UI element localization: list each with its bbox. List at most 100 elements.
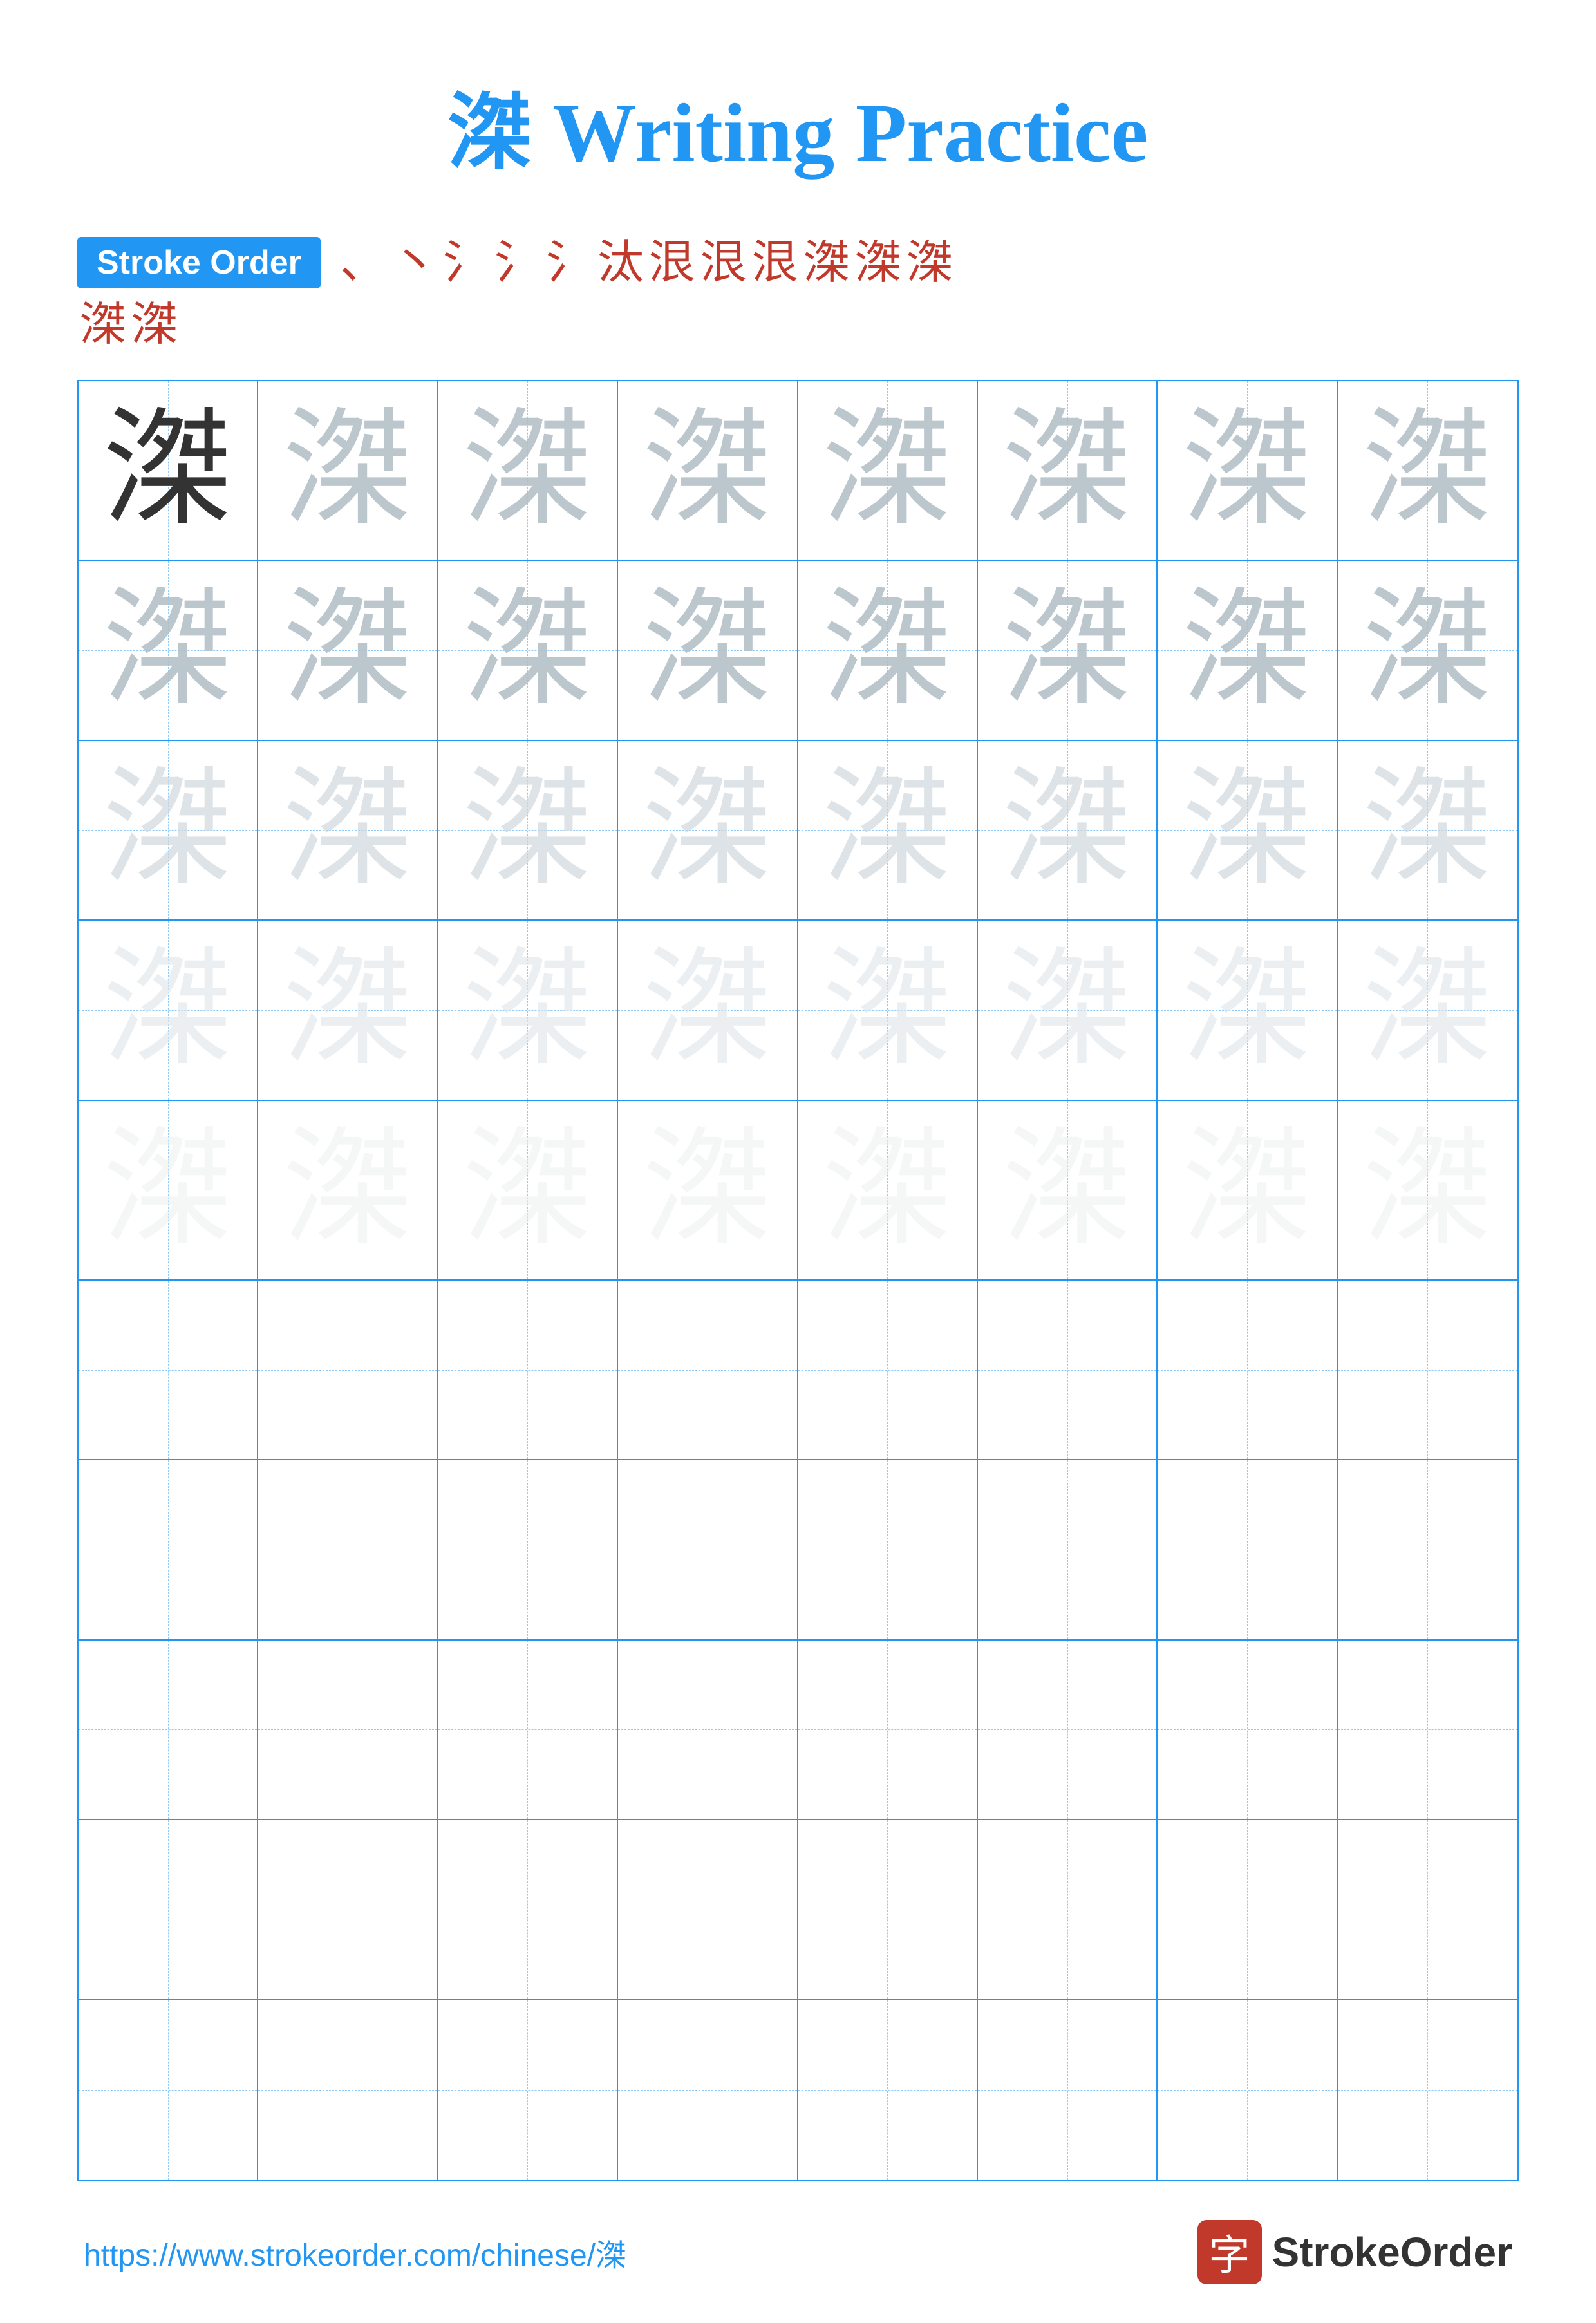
stroke-char: 、 xyxy=(340,240,386,286)
stroke-char: 氵 xyxy=(494,240,541,286)
grid-row: 滐滐滐滐滐滐滐滐 xyxy=(79,561,1517,740)
grid-cell: 滐 xyxy=(79,921,258,1100)
grid-row: 滐滐滐滐滐滐滐滐 xyxy=(79,381,1517,561)
grid-cell: 滐 xyxy=(1338,921,1517,1100)
practice-char: 滐 xyxy=(643,946,772,1075)
grid-row xyxy=(79,1820,1517,2000)
grid-cell: 滐 xyxy=(79,1101,258,1281)
stroke-char: 氵 xyxy=(443,240,489,286)
grid-cell: 滐 xyxy=(978,381,1158,561)
grid-cell: 滐 xyxy=(258,381,438,561)
practice-char: 滐 xyxy=(104,406,232,535)
grid-cell: 滐 xyxy=(1338,1101,1517,1281)
grid-cell xyxy=(978,1281,1158,1460)
grid-cell xyxy=(618,2000,798,2179)
grid-cell: 滐 xyxy=(1158,381,1337,561)
practice-char: 滐 xyxy=(823,586,952,715)
stroke-char: 滐 xyxy=(906,240,953,286)
stroke-char: 泿 xyxy=(649,240,695,286)
grid-cell: 滐 xyxy=(258,921,438,1100)
grid-cell xyxy=(438,1281,618,1460)
grid-row xyxy=(79,2000,1517,2179)
grid-cell: 滐 xyxy=(79,381,258,561)
grid-cell: 滐 xyxy=(1158,1101,1337,1281)
practice-char: 滐 xyxy=(643,586,772,715)
practice-char: 滐 xyxy=(823,946,952,1075)
grid-cell xyxy=(438,1460,618,1640)
grid-cell xyxy=(438,2000,618,2179)
grid-cell xyxy=(258,1641,438,1820)
practice-char: 滐 xyxy=(104,946,232,1075)
practice-char: 滐 xyxy=(1363,586,1492,715)
grid-cell xyxy=(79,1820,258,2000)
grid-cell xyxy=(978,1641,1158,1820)
practice-char: 滐 xyxy=(463,946,592,1075)
practice-char: 滐 xyxy=(1363,406,1492,535)
grid-cell xyxy=(258,1281,438,1460)
logo-text: StrokeOrder xyxy=(1272,2228,1512,2276)
stroke-char: 滐 xyxy=(855,240,901,286)
grid-cell xyxy=(258,1460,438,1640)
practice-char: 滐 xyxy=(1003,946,1132,1075)
grid-row: 滐滐滐滐滐滐滐滐 xyxy=(79,921,1517,1100)
practice-char: 滐 xyxy=(283,406,412,535)
practice-char: 滐 xyxy=(1363,766,1492,894)
grid-cell: 滐 xyxy=(1338,561,1517,740)
grid-row xyxy=(79,1281,1517,1460)
grid-cell xyxy=(1158,1281,1337,1460)
practice-char: 滐 xyxy=(823,766,952,894)
grid-cell xyxy=(798,1641,978,1820)
grid-cell xyxy=(618,1641,798,1820)
grid-cell: 滐 xyxy=(258,561,438,740)
footer-url[interactable]: https://www.strokeorder.com/chinese/滐 xyxy=(84,2230,626,2275)
practice-char: 滐 xyxy=(643,1125,772,1254)
stroke-chars-line1: 、丶氵氵氵汰泿泿泿滐滐滐 xyxy=(340,240,953,286)
practice-char: 滐 xyxy=(1003,586,1132,715)
grid-cell: 滐 xyxy=(438,1101,618,1281)
grid-cell: 滐 xyxy=(618,561,798,740)
grid-cell xyxy=(258,1820,438,2000)
stroke-chars-line2: 滐滐 xyxy=(77,301,1519,348)
practice-char: 滐 xyxy=(104,586,232,715)
grid-cell xyxy=(798,1281,978,1460)
grid-row xyxy=(79,1460,1517,1640)
grid-cell xyxy=(1338,1641,1517,1820)
grid-cell xyxy=(79,2000,258,2179)
practice-char: 滐 xyxy=(1183,406,1311,535)
practice-char: 滐 xyxy=(283,1125,412,1254)
grid-cell: 滐 xyxy=(79,741,258,921)
practice-char: 滐 xyxy=(1183,1125,1311,1254)
grid-cell xyxy=(1338,1820,1517,2000)
grid-cell xyxy=(618,1460,798,1640)
grid-cell: 滐 xyxy=(438,561,618,740)
grid-cell xyxy=(1338,2000,1517,2179)
grid-cell xyxy=(1338,1460,1517,1640)
grid-cell: 滐 xyxy=(79,561,258,740)
practice-char: 滐 xyxy=(1183,586,1311,715)
practice-char: 滐 xyxy=(283,766,412,894)
practice-char: 滐 xyxy=(1363,1125,1492,1254)
grid-cell: 滐 xyxy=(618,921,798,1100)
practice-char: 滐 xyxy=(463,1125,592,1254)
grid-cell: 滐 xyxy=(1158,921,1337,1100)
practice-char: 滐 xyxy=(1363,946,1492,1075)
grid-cell: 滐 xyxy=(798,921,978,1100)
practice-char: 滐 xyxy=(463,406,592,535)
grid-cell: 滐 xyxy=(618,381,798,561)
grid-cell xyxy=(79,1641,258,1820)
grid-cell xyxy=(798,1820,978,2000)
practice-char: 滐 xyxy=(463,766,592,894)
practice-grid: 滐滐滐滐滐滐滐滐滐滐滐滐滐滐滐滐滐滐滐滐滐滐滐滐滐滐滐滐滐滐滐滐滐滐滐滐滐滐滐滐 xyxy=(77,380,1519,2181)
practice-char: 滐 xyxy=(283,586,412,715)
stroke-order-badge: Stroke Order xyxy=(77,237,321,288)
grid-cell: 滐 xyxy=(1338,381,1517,561)
practice-char: 滐 xyxy=(823,1125,952,1254)
grid-cell xyxy=(618,1281,798,1460)
practice-char: 滐 xyxy=(1003,766,1132,894)
grid-cell: 滐 xyxy=(798,741,978,921)
stroke-char: 泿 xyxy=(700,240,747,286)
grid-cell xyxy=(978,2000,1158,2179)
grid-cell: 滐 xyxy=(258,741,438,921)
grid-row xyxy=(79,1641,1517,1820)
footer: https://www.strokeorder.com/chinese/滐 字 … xyxy=(77,2220,1519,2284)
